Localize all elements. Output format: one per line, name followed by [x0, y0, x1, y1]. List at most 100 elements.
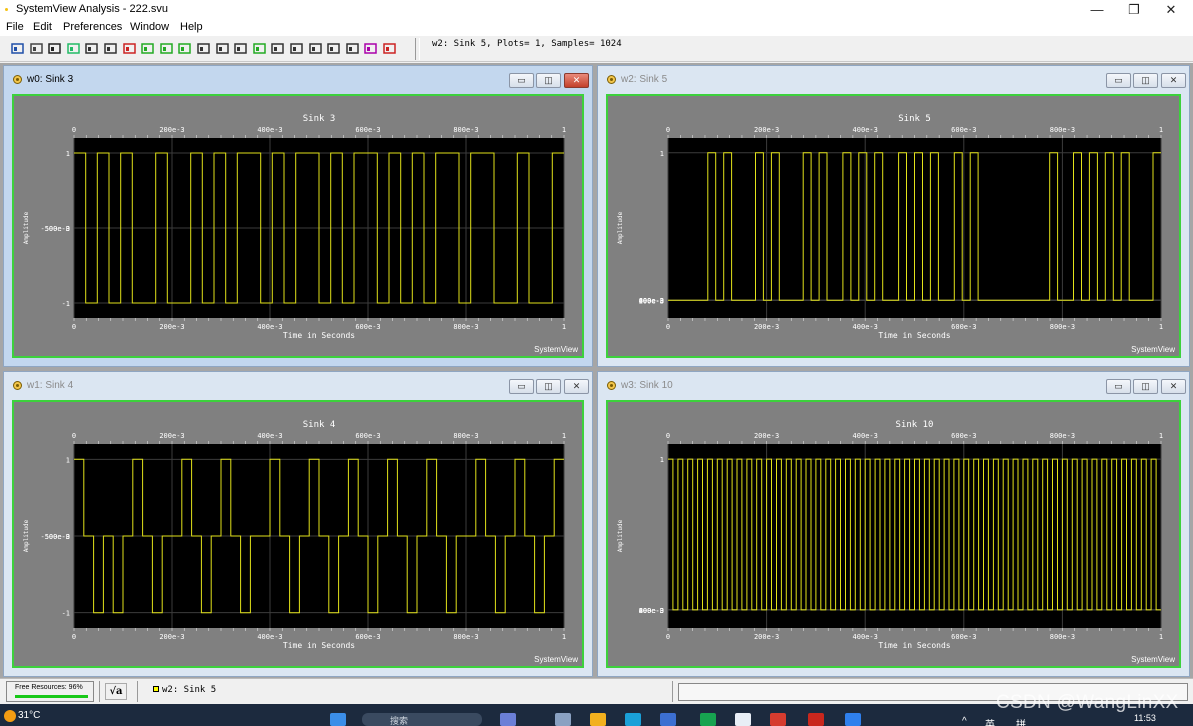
move-icon[interactable] — [48, 42, 61, 55]
zoom-icon[interactable] — [327, 42, 340, 55]
chart-icon[interactable] — [11, 42, 24, 55]
subwindow-w1[interactable]: w1: Sink 4 ▭ ◫ ✕ SystemView Sink 4 0 200e-3 400e… — [3, 371, 593, 677]
x-tick-label-top: 1 — [1159, 432, 1163, 440]
task-view-icon[interactable] — [555, 713, 571, 726]
taskbar-clock[interactable]: 11:53 — [1134, 713, 1156, 723]
histogram-icon[interactable] — [197, 42, 210, 55]
x-tick-label-top: 0 — [72, 126, 76, 134]
line-icon[interactable] — [85, 42, 99, 55]
triangle-icon[interactable] — [290, 42, 303, 55]
app-blue-icon[interactable] — [845, 713, 861, 726]
y-tick-label: -500e-3 — [40, 533, 70, 541]
grid-green-icon[interactable] — [141, 42, 154, 55]
tile-green-icon[interactable] — [178, 42, 192, 55]
close-button[interactable]: ✕ — [564, 379, 589, 394]
x-axis-label: Time in Seconds — [878, 641, 950, 650]
cursor-icon[interactable] — [308, 42, 322, 55]
x-tick-label-top: 400e-3 — [257, 432, 282, 440]
subwindow-titlebar[interactable]: w3: Sink 10 ▭ ◫ ✕ — [598, 372, 1189, 397]
ime-mode[interactable]: 拼 — [1016, 716, 1026, 726]
maximize-button[interactable]: ◫ — [1133, 73, 1158, 88]
edge-icon[interactable] — [625, 713, 641, 726]
weather-icon[interactable] — [4, 710, 16, 722]
ime-language[interactable]: 英 — [985, 716, 995, 726]
file-explorer-icon[interactable] — [590, 713, 606, 726]
scatter-icon[interactable] — [67, 42, 80, 55]
plot-area[interactable]: SystemView Sink 10 0 200e-3 400e-3 600e-3 800e… — [606, 400, 1181, 668]
copilot-icon[interactable] — [500, 713, 516, 726]
x-tick-label-top: 200e-3 — [159, 126, 184, 134]
grid-green2-icon[interactable] — [160, 42, 173, 55]
minimize-button[interactable]: ▭ — [1106, 73, 1131, 88]
x-tick-label-top: 200e-3 — [754, 126, 779, 134]
subwindow-titlebar[interactable]: w2: Sink 5 ▭ ◫ ✕ — [598, 66, 1189, 91]
app-red-icon[interactable] — [770, 713, 786, 726]
subwindow-w0[interactable]: w0: Sink 3 ▭ ◫ ✕ SystemView Sink 3 0 200e-3 400e… — [3, 65, 593, 367]
plot-area[interactable]: SystemView Sink 4 0 200e-3 400e-3 600e-3 800e-… — [12, 400, 584, 668]
minimize-button[interactable]: — — [1078, 1, 1116, 18]
menu-file[interactable]: File — [6, 21, 24, 33]
close-button[interactable]: ✕ — [1161, 379, 1186, 394]
toolbar-separator — [415, 38, 416, 60]
close-button[interactable]: ✕ — [564, 73, 589, 88]
scale-icon[interactable] — [383, 42, 396, 55]
x-tick-label-top: 200e-3 — [159, 432, 184, 440]
systemview-taskbar-icon[interactable] — [735, 713, 751, 726]
menu-edit[interactable]: Edit — [33, 21, 52, 33]
gear-icon — [13, 75, 22, 84]
menu-help[interactable]: Help — [180, 21, 203, 33]
store-icon[interactable] — [660, 713, 676, 726]
frame-icon[interactable] — [271, 42, 285, 55]
x-tick-label-bottom: 0 — [72, 323, 76, 331]
restore-button[interactable]: ❐ — [1115, 1, 1153, 18]
tile-icon[interactable] — [253, 42, 266, 55]
x-tick-label-bottom: 0 — [72, 633, 76, 641]
maximize-button[interactable]: ◫ — [1133, 379, 1158, 394]
minimize-button[interactable]: ▭ — [1106, 379, 1131, 394]
bar-icon[interactable] — [104, 42, 117, 55]
wps-icon[interactable] — [808, 713, 824, 726]
taskbar-search[interactable]: 搜索 — [362, 713, 482, 726]
y-tick-label: 1 — [66, 456, 70, 464]
free-resources-label: Free Resources: 96% — [15, 684, 83, 691]
stem-icon[interactable] — [215, 42, 229, 55]
minimize-button[interactable]: ▭ — [509, 73, 534, 88]
close-button[interactable]: ✕ — [1152, 1, 1190, 18]
menu-window[interactable]: Window — [130, 21, 169, 33]
x-tick-label-top: 0 — [666, 432, 670, 440]
plot-area[interactable]: SystemView Sink 3 0 200e-3 400e-3 600e-3 800e-… — [12, 94, 584, 358]
dots-icon[interactable] — [234, 42, 247, 55]
close-button[interactable]: ✕ — [1161, 73, 1186, 88]
maximize-button[interactable]: ◫ — [536, 379, 561, 394]
menu-preferences[interactable]: Preferences — [63, 21, 122, 33]
status-separator — [672, 681, 673, 702]
tray-chevron-icon[interactable]: ^ — [962, 716, 967, 726]
subwindow-w3[interactable]: w3: Sink 10 ▭ ◫ ✕ SystemView Sink 10 0 200e-3 40… — [597, 371, 1190, 677]
minimize-button[interactable]: ▭ — [509, 379, 534, 394]
plot-area[interactable]: SystemView Sink 5 0 200e-3 400e-3 600e-3 800e-… — [606, 94, 1181, 358]
x-tick-label-top: 1 — [562, 126, 566, 134]
crosshair-icon[interactable] — [346, 42, 359, 55]
x-tick-label-bottom: 1 — [562, 323, 566, 331]
x-tick-label-top: 800e-3 — [1050, 432, 1075, 440]
subwindow-w2[interactable]: w2: Sink 5 ▭ ◫ ✕ SystemView Sink 5 0 200e-3 400e… — [597, 65, 1190, 367]
print-icon[interactable] — [29, 42, 43, 55]
start-icon[interactable] — [330, 713, 346, 726]
maximize-button[interactable]: ◫ — [536, 73, 561, 88]
sqrt-button[interactable]: √a — [105, 683, 127, 700]
subwindow-titlebar[interactable]: w1: Sink 4 ▭ ◫ ✕ — [4, 372, 592, 397]
wechat-icon[interactable] — [700, 713, 716, 726]
x-tick-label-top: 800e-3 — [453, 432, 478, 440]
peak-icon[interactable] — [364, 42, 378, 55]
plot-svg: Sink 4 0 200e-3 400e-3 600e-3 800e-3 1 0 200e-3 4… — [23, 420, 566, 650]
y-tick-label: -500e-3 — [40, 225, 70, 233]
x-tick-label-top: 0 — [72, 432, 76, 440]
plot-title: Sink 4 — [303, 420, 336, 430]
subwindow-titlebar[interactable]: w0: Sink 3 ▭ ◫ ✕ — [4, 66, 592, 91]
red-bar-icon[interactable] — [122, 42, 136, 55]
active-sink-label: w2: Sink 5 — [162, 685, 217, 695]
gear-icon — [13, 381, 22, 390]
window-title: SystemView Analysis - 222.svu — [16, 3, 169, 15]
temperature-label[interactable]: 31°C — [18, 710, 40, 721]
x-tick-label-top: 400e-3 — [257, 126, 282, 134]
